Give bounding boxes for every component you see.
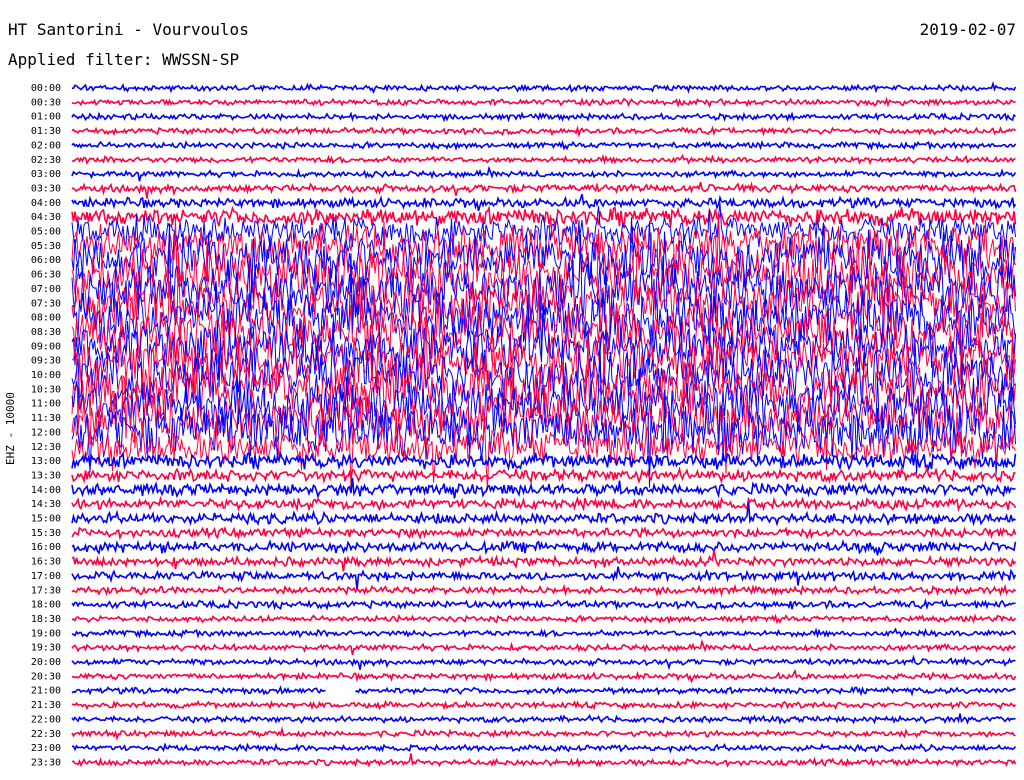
trace-row <box>71 627 1017 639</box>
row-label: 07:00 <box>31 284 61 295</box>
row-label: 20:30 <box>31 671 61 682</box>
trace-row <box>72 80 1017 95</box>
row-label: 05:30 <box>31 241 61 252</box>
row-label: 14:30 <box>31 499 61 510</box>
trace-row <box>71 165 1017 182</box>
trace-row <box>71 194 1017 212</box>
row-label: 00:00 <box>31 83 61 94</box>
row-label: 04:00 <box>31 198 61 209</box>
row-label: 21:30 <box>31 700 61 711</box>
row-label: 10:30 <box>31 384 61 395</box>
trace-row <box>71 464 1016 485</box>
row-label: 05:00 <box>31 227 61 238</box>
trace-row <box>71 96 1016 109</box>
trace-row <box>71 153 1016 166</box>
trace-row <box>71 204 1017 229</box>
trace-row <box>71 125 1017 138</box>
row-label: 21:00 <box>31 686 61 697</box>
row-label: 22:00 <box>31 714 61 725</box>
row-label: 01:30 <box>31 126 61 137</box>
row-label: 17:30 <box>31 585 61 596</box>
trace-row <box>71 654 1016 671</box>
row-label: 09:00 <box>31 341 61 352</box>
row-label: 07:30 <box>31 298 61 309</box>
row-label: 11:00 <box>31 399 61 410</box>
row-label: 22:30 <box>31 729 61 740</box>
row-label: 08:30 <box>31 327 61 338</box>
row-label: 18:00 <box>31 600 61 611</box>
trace-row <box>71 685 1016 697</box>
trace-row <box>71 726 1016 741</box>
trace-row <box>71 139 1017 152</box>
row-label: 01:00 <box>31 112 61 123</box>
trace-row <box>71 699 1017 712</box>
trace-row <box>71 753 1017 768</box>
row-label-group: 00:00 00:30 01:00 01:30 02:00 02:30 03:00 03:30… <box>31 83 61 768</box>
row-label: 04:30 <box>31 212 61 223</box>
row-label: 09:30 <box>31 356 61 367</box>
trace-row <box>71 583 1017 598</box>
row-label: 15:30 <box>31 528 61 539</box>
trace-group <box>71 80 1017 768</box>
row-label: 03:00 <box>31 169 61 180</box>
trace-row <box>71 613 1017 625</box>
row-label: 06:00 <box>31 255 61 266</box>
row-label: 17:00 <box>31 571 61 582</box>
row-label: 12:30 <box>31 442 61 453</box>
trace-row <box>71 111 1016 123</box>
row-label: 14:00 <box>31 485 61 496</box>
trace-row <box>71 668 1017 684</box>
trace-row <box>71 525 1017 541</box>
row-label: 08:00 <box>31 313 61 324</box>
trace-row <box>71 639 1016 655</box>
trace-row <box>71 539 1017 556</box>
row-label: 16:00 <box>31 542 61 553</box>
row-label: 00:30 <box>31 97 61 108</box>
row-label: 03:30 <box>31 183 61 194</box>
helicorder-plot: 00:00 00:30 01:00 01:30 02:00 02:30 03:00 03:30… <box>31 80 1017 768</box>
trace-row <box>71 495 1017 513</box>
row-label: 19:30 <box>31 643 61 654</box>
row-label: 02:30 <box>31 155 61 166</box>
trace-row <box>71 597 1016 611</box>
row-label: 02:00 <box>31 140 61 151</box>
row-label: 20:00 <box>31 657 61 668</box>
row-label: 15:00 <box>31 514 61 525</box>
row-label: 18:30 <box>31 614 61 625</box>
row-label: 19:00 <box>31 628 61 639</box>
row-label: 11:30 <box>31 413 61 424</box>
row-label: 23:30 <box>31 757 61 768</box>
row-label: 23:00 <box>31 743 61 754</box>
trace-row <box>71 742 1017 754</box>
trace-row <box>71 181 1017 199</box>
row-label: 12:00 <box>31 427 61 438</box>
trace-row <box>71 713 1016 726</box>
row-label: 10:00 <box>31 370 61 381</box>
trace-row <box>71 549 1017 572</box>
trace-row <box>71 477 1016 500</box>
row-label: 06:30 <box>31 270 61 281</box>
row-label: 13:30 <box>31 470 61 481</box>
row-label: 13:00 <box>31 456 61 467</box>
row-label: 16:30 <box>31 557 61 568</box>
